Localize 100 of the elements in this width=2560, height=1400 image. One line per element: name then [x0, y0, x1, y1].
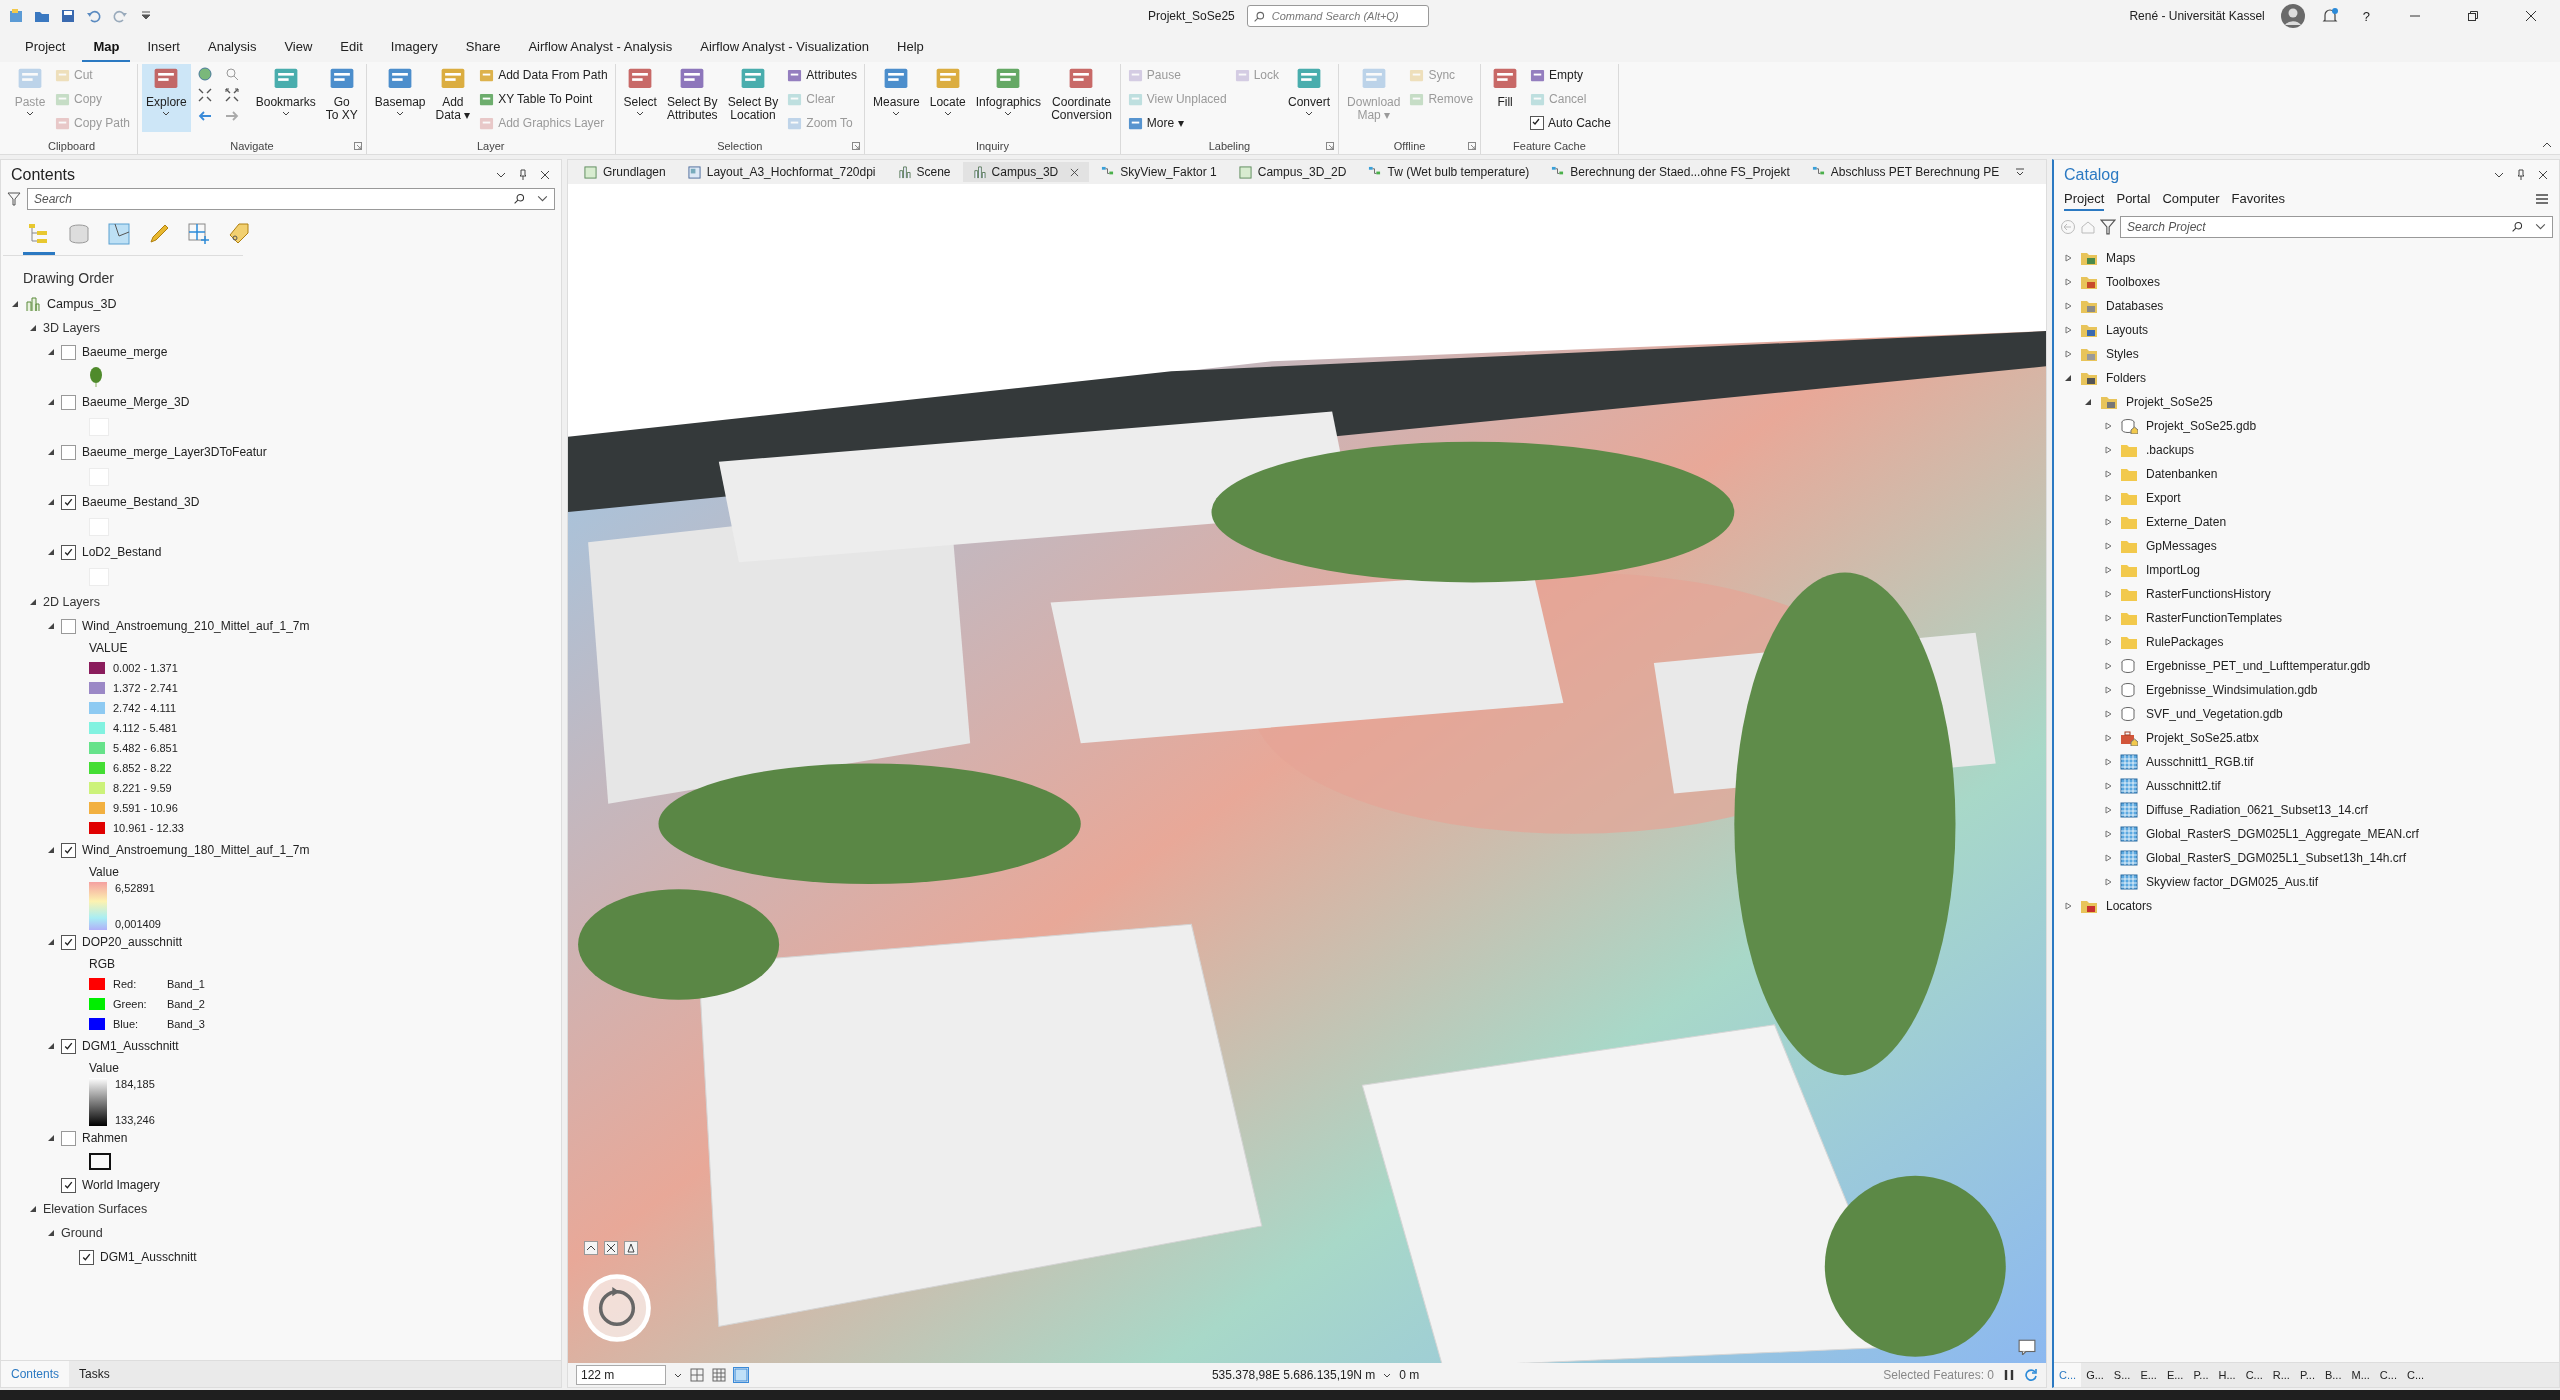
- layer-name[interactable]: Baeume_merge: [82, 345, 168, 359]
- layer-name[interactable]: DOP20_ausschnitt: [82, 935, 183, 949]
- save-icon[interactable]: [60, 8, 76, 24]
- ribbon-tab[interactable]: Insert: [136, 35, 191, 62]
- expand-arrow[interactable]: [2064, 302, 2072, 310]
- map-tips-icon[interactable]: [2018, 1339, 2036, 1355]
- pane-tab[interactable]: E...: [2135, 1363, 2162, 1387]
- layer-name[interactable]: LoD2_Bestand: [82, 545, 162, 559]
- group-name[interactable]: 2D Layers: [43, 595, 100, 609]
- expand-arrow[interactable]: [2104, 566, 2112, 574]
- layer-name[interactable]: DGM1_Ausschnitt: [100, 1250, 197, 1264]
- catalog-item[interactable]: Externe_Daten: [2146, 515, 2227, 529]
- expand-arrow[interactable]: [2104, 686, 2112, 694]
- expand-arrow[interactable]: [2064, 278, 2072, 286]
- collapse-arrow[interactable]: [29, 324, 37, 332]
- ribbon-button[interactable]: Go To XY: [321, 64, 362, 132]
- layer-checkbox[interactable]: [61, 1177, 76, 1193]
- help-button[interactable]: ?: [2354, 8, 2378, 24]
- pin-icon[interactable]: [517, 169, 529, 181]
- avatar-icon[interactable]: [2280, 4, 2305, 28]
- filter-icon[interactable]: [7, 192, 21, 206]
- undo-icon[interactable]: [86, 8, 102, 24]
- ribbon-tab[interactable]: Airflow Analyst - Analysis: [517, 35, 684, 62]
- notification-icon[interactable]: [2320, 7, 2339, 25]
- catalog-item[interactable]: Ergebnisse_Windsimulation.gdb: [2146, 683, 2318, 697]
- filter-icon[interactable]: [2100, 219, 2116, 235]
- catalog-item[interactable]: Ausschnitt1_RGB.tif: [2146, 755, 2254, 769]
- close-icon[interactable]: [2524, 9, 2538, 23]
- launcher-icon[interactable]: [852, 142, 861, 150]
- catalog-item[interactable]: Ergebnisse_PET_und_Lufttemperatur.gdb: [2146, 659, 2371, 673]
- collapse-arrow[interactable]: [2084, 398, 2092, 406]
- layer-checkbox[interactable]: [61, 618, 76, 634]
- pause-icon[interactable]: [2002, 1368, 2016, 1382]
- catalog-item[interactable]: Maps: [2106, 251, 2136, 265]
- caret-icon[interactable]: [1383, 1372, 1392, 1378]
- close-icon[interactable]: [539, 169, 551, 181]
- pane-tab[interactable]: R...: [2267, 1363, 2295, 1387]
- catalog-item[interactable]: SVF_und_Vegetation.gdb: [2146, 707, 2283, 721]
- ribbon-tab[interactable]: View: [273, 35, 324, 62]
- layer-checkbox[interactable]: [61, 494, 76, 510]
- expand-arrow[interactable]: [2064, 350, 2072, 358]
- search-icon[interactable]: [513, 192, 526, 205]
- catalog-item[interactable]: Projekt_SoSe25.atbx: [2146, 731, 2259, 745]
- expand-arrow[interactable]: [2104, 494, 2112, 502]
- collapse-arrow[interactable]: [47, 1229, 55, 1237]
- collapse-arrow[interactable]: [47, 498, 55, 506]
- collapse-arrow[interactable]: [47, 398, 55, 406]
- catalog-item[interactable]: Export: [2146, 491, 2181, 505]
- ribbon-tab[interactable]: Analysis: [197, 35, 268, 62]
- document-tab[interactable]: Layout_A3_Hochformat_720dpi: [677, 162, 886, 182]
- layer-checkbox[interactable]: [61, 934, 76, 950]
- expand-arrow[interactable]: [2104, 830, 2112, 838]
- globe-icon[interactable]: [196, 66, 213, 82]
- collapse-arrow[interactable]: [47, 548, 55, 556]
- expand-arrow[interactable]: [2104, 590, 2112, 598]
- group-name[interactable]: Ground: [61, 1226, 103, 1240]
- command-search-field[interactable]: Command Search (Alt+Q): [1246, 5, 1429, 27]
- ribbon-button[interactable]: Convert: [1284, 64, 1335, 132]
- catalog-item[interactable]: Global_RasterS_DGM025L1_Aggregate_MEAN.crf: [2146, 827, 2419, 841]
- pane-tab[interactable]: E...: [2161, 1363, 2189, 1387]
- ribbon-button[interactable]: XY Table To Point: [479, 88, 608, 110]
- ribbon-button[interactable]: More ▾: [1127, 112, 1227, 134]
- collapse-arrow[interactable]: [47, 1042, 55, 1050]
- collapse-arrow[interactable]: [29, 598, 37, 606]
- layer-checkbox[interactable]: [79, 1249, 94, 1265]
- layer-checkbox[interactable]: [61, 1038, 76, 1054]
- catalog-item[interactable]: Layouts: [2106, 323, 2149, 337]
- catalog-item[interactable]: Global_RasterS_DGM025L1_Subset13h_14h.crf: [2146, 851, 2407, 865]
- expand-arrow[interactable]: [2104, 806, 2112, 814]
- layer-checkbox[interactable]: [61, 1130, 76, 1146]
- ribbon-tab[interactable]: Share: [454, 35, 512, 62]
- catalog-item[interactable]: Diffuse_Radiation_0621_Subset13_14.crf: [2146, 803, 2368, 817]
- catalog-item[interactable]: RasterFunctionTemplates: [2146, 611, 2283, 625]
- pane-tab[interactable]: P...: [2294, 1363, 2320, 1387]
- layer-name[interactable]: World Imagery: [82, 1178, 160, 1192]
- document-tab[interactable]: Abschluss PET Berechnung PE: [1801, 162, 2010, 182]
- launcher-icon[interactable]: [353, 142, 362, 150]
- pane-tab[interactable]: C...: [2401, 1363, 2430, 1387]
- document-tab[interactable]: Grundlagen: [574, 162, 676, 182]
- catalog-item[interactable]: Ausschnitt2.tif: [2146, 779, 2221, 793]
- layer-name[interactable]: Baeume_merge_Layer3DToFeatur: [82, 445, 267, 459]
- catalog-item[interactable]: Styles: [2106, 347, 2139, 361]
- ribbon-button[interactable]: Explore: [142, 64, 191, 132]
- pane-tab[interactable]: C...: [2374, 1363, 2402, 1387]
- tab-list-icon[interactable]: [2015, 167, 2026, 177]
- pane-tab[interactable]: M...: [2346, 1363, 2375, 1387]
- catalog-tab[interactable]: Project: [2064, 187, 2105, 211]
- ribbon-button[interactable]: Bookmarks: [251, 64, 320, 132]
- layer-checkbox[interactable]: [61, 394, 76, 410]
- ribbon-button[interactable]: Measure: [869, 64, 924, 132]
- catalog-tab[interactable]: Computer: [2162, 187, 2220, 211]
- search-icon[interactable]: [2511, 220, 2524, 233]
- document-tab[interactable]: Scene: [887, 162, 961, 182]
- layer-checkbox[interactable]: [61, 544, 76, 560]
- ribbon-button[interactable]: Add Data ▾: [431, 64, 475, 132]
- collapse-arrow[interactable]: [47, 1134, 55, 1142]
- layer-checkbox[interactable]: [61, 444, 76, 460]
- catalog-item[interactable]: Locators: [2106, 899, 2153, 913]
- document-tab[interactable]: Berechnung der Staed...ohne FS_Projekt: [1541, 162, 1800, 182]
- navigator-icon[interactable]: [582, 1273, 652, 1343]
